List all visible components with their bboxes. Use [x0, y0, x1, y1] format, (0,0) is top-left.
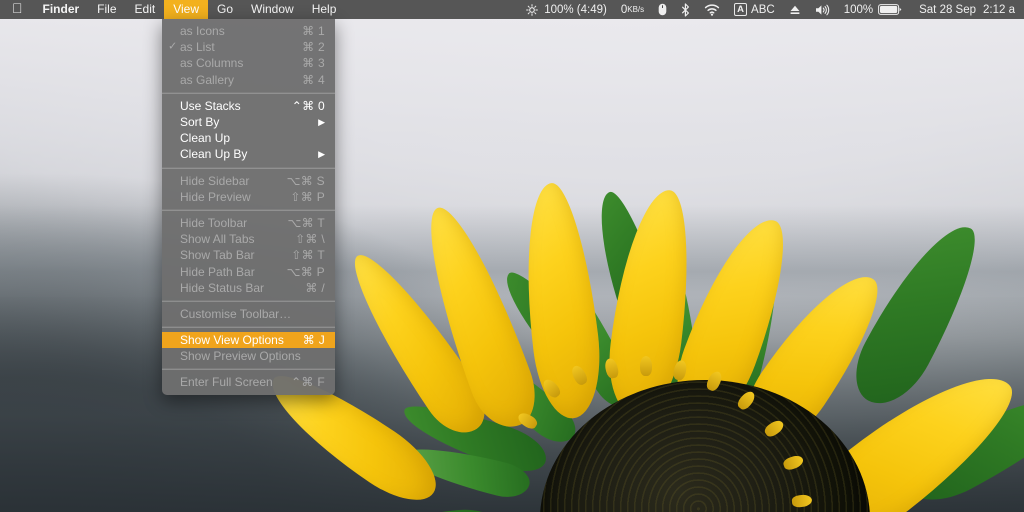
clock-date[interactable]: Sat 28 Sep 2:12 a: [919, 4, 1015, 16]
menu-separator: [162, 92, 335, 94]
menu-separator: [162, 167, 335, 169]
volume-icon[interactable]: [815, 4, 830, 16]
menu-item-shortcut: ⌘ 1: [286, 24, 325, 38]
menu-separator: [162, 326, 335, 328]
menu-item-label: Clean Up: [180, 131, 230, 145]
menu-item-as-icons: as Icons ⌘ 1: [162, 23, 335, 39]
network-speed-unit: KB/s: [627, 5, 644, 14]
eject-icon[interactable]: [789, 4, 801, 16]
checkmark-icon: ✓: [168, 42, 177, 53]
menu-item-as-columns: as Columns ⌘ 3: [162, 55, 335, 71]
menu-item-label: as Gallery: [180, 73, 234, 87]
menu-item-label: Hide Sidebar: [180, 174, 249, 188]
floret: [640, 356, 652, 376]
menu-separator: [162, 368, 335, 370]
bluetooth-icon[interactable]: [681, 3, 690, 17]
menu-item-shortcut: ⌃⌘ F: [275, 375, 325, 389]
brightness-value: 100% (4:49): [544, 4, 607, 16]
menu-item-as-list: ✓as List ⌘ 2: [162, 39, 335, 55]
menu-item-label: Customise Toolbar…: [180, 307, 291, 321]
menu-item-clean-up-by[interactable]: Clean Up By ▶: [162, 146, 335, 162]
menu-item-hide-sidebar: Hide Sidebar ⌥⌘ S: [162, 173, 335, 189]
menu-view[interactable]: View: [164, 0, 208, 19]
time-text: 2:12 a: [983, 4, 1015, 16]
menu-bar:  Finder File Edit View Go Window Help: [0, 0, 1024, 19]
menu-item-shortcut: ⌘ J: [287, 333, 325, 347]
menu-item-shortcut: ⌃⌘ 0: [276, 99, 325, 113]
menu-item-hide-path-bar: Hide Path Bar ⌥⌘ P: [162, 263, 335, 279]
menu-item-customise-toolbar: Customise Toolbar…: [162, 306, 335, 322]
menu-item-show-tab-bar: Show Tab Bar ⇧⌘ T: [162, 247, 335, 263]
view-dropdown-menu: as Icons ⌘ 1 ✓as List ⌘ 2 as Columns ⌘ 3 as Ga…: [162, 19, 335, 395]
menu-item-as-gallery: as Gallery ⌘ 4: [162, 72, 335, 88]
menu-help[interactable]: Help: [303, 0, 346, 19]
menu-item-hide-status-bar: Hide Status Bar ⌘ /: [162, 280, 335, 296]
menu-item-show-view-options[interactable]: Show View Options⌘ J: [162, 332, 335, 348]
mouse-icon[interactable]: [658, 3, 667, 16]
menu-item-shortcut: ⌥⌘ P: [271, 265, 325, 279]
input-source-status[interactable]: A ABC: [734, 3, 775, 16]
menu-item-label: Hide Toolbar: [180, 216, 247, 230]
menu-item-sort-by[interactable]: Sort By ▶: [162, 114, 335, 130]
menu-item-shortcut: ⌘ 4: [286, 73, 325, 87]
menu-item-label: Hide Preview: [180, 190, 251, 204]
menu-item-label: Clean Up By: [180, 147, 247, 161]
menu-item-clean-up[interactable]: Clean Up: [162, 130, 335, 146]
menu-item-show-preview-options: Show Preview Options: [162, 348, 335, 364]
menu-item-label: Show Tab Bar: [180, 248, 255, 262]
menu-item-label: as List: [180, 40, 215, 54]
menu-item-label: Use Stacks: [180, 99, 241, 113]
submenu-arrow-icon: ▶: [318, 118, 325, 127]
input-source-label: ABC: [751, 4, 775, 16]
menu-item-label: Sort By: [180, 115, 219, 129]
menu-go[interactable]: Go: [208, 0, 242, 19]
date-text: Sat 28 Sep: [919, 4, 976, 16]
brightness-icon: [526, 4, 538, 16]
menu-item-label: Show All Tabs: [180, 232, 255, 246]
menu-item-label: Show Preview Options: [180, 349, 301, 363]
menu-item-label: as Columns: [180, 56, 243, 70]
menu-item-show-all-tabs: Show All Tabs ⇧⌘ \: [162, 231, 335, 247]
network-speed-status[interactable]: 0 KB/s: [621, 4, 644, 16]
battery-status[interactable]: 100%: [844, 4, 902, 16]
battery-icon: [878, 4, 902, 15]
menu-item-shortcut: ⌘ 2: [286, 40, 325, 54]
menu-bar-app-menus:  Finder File Edit View Go Window Help: [0, 0, 345, 19]
menu-item-shortcut: ⇧⌘ P: [274, 190, 325, 204]
menu-item-label: as Icons: [180, 24, 225, 38]
menu-item-enter-full-screen: Enter Full Screen⌃⌘ F: [162, 374, 335, 390]
menu-finder[interactable]: Finder: [34, 0, 89, 19]
menu-bar-status-items: 100% (4:49) 0 KB/s: [519, 0, 1024, 19]
menu-item-shortcut: ⌘ /: [289, 281, 325, 295]
submenu-arrow-icon: ▶: [318, 150, 325, 159]
menu-item-shortcut: ⇧⌘ T: [275, 248, 325, 262]
menu-item-label: Hide Status Bar: [180, 281, 264, 295]
apple-logo-icon[interactable]: : [0, 0, 34, 19]
menu-edit[interactable]: Edit: [126, 0, 165, 19]
menu-item-shortcut: ⌘ 3: [286, 56, 325, 70]
brightness-status[interactable]: 100% (4:49): [526, 4, 607, 16]
menu-item-shortcut: ⌥⌘ T: [272, 216, 325, 230]
menu-separator: [162, 300, 335, 302]
input-source-glyph: A: [734, 3, 747, 16]
menu-item-hide-toolbar: Hide Toolbar ⌥⌘ T: [162, 215, 335, 231]
desktop:  Finder File Edit View Go Window Help: [0, 0, 1024, 512]
menu-item-hide-preview: Hide Preview ⇧⌘ P: [162, 189, 335, 205]
leaf: [367, 506, 500, 512]
menu-item-label: Show View Options: [180, 333, 284, 347]
menu-separator: [162, 209, 335, 211]
sunflower-image: [330, 180, 1024, 512]
menu-file[interactable]: File: [88, 0, 125, 19]
menu-item-label: Hide Path Bar: [180, 265, 255, 279]
menu-window[interactable]: Window: [242, 0, 303, 19]
menu-item-shortcut: ⇧⌘ \: [279, 232, 325, 246]
menu-item-use-stacks[interactable]: Use Stacks ⌃⌘ 0: [162, 98, 335, 114]
wifi-icon[interactable]: [704, 3, 720, 16]
menu-item-shortcut: ⌥⌘ S: [271, 174, 325, 188]
menu-item-label: Enter Full Screen: [180, 375, 273, 389]
battery-percent: 100%: [844, 4, 873, 16]
